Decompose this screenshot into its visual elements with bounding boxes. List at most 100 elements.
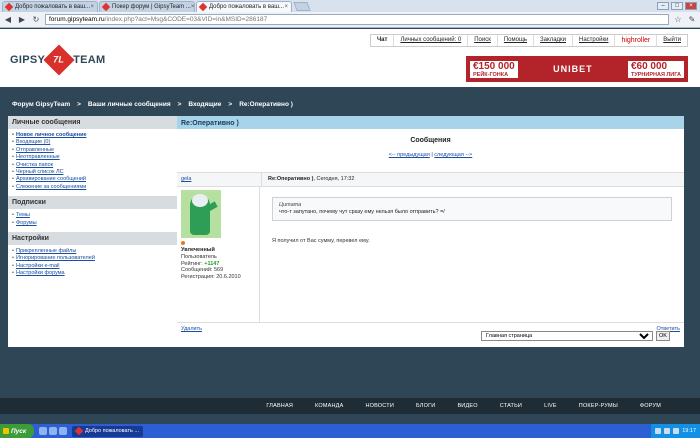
quote-title: Цитата — [279, 202, 302, 208]
message-text: Цитата что-т запутано, почему чут сразу … — [260, 187, 684, 322]
search-link[interactable]: Поиск — [468, 35, 498, 46]
chrome-icon — [74, 426, 84, 436]
sidebar-item-clean[interactable]: Очистка папок — [12, 162, 173, 170]
user-status: Увлеченный — [181, 247, 215, 253]
footer-link-blogs[interactable]: БЛОГИ — [416, 403, 435, 409]
banner-right-amount: €60 000 ТУРНИРНАЯ ЛИГА — [627, 60, 684, 78]
clock[interactable]: 19:17 — [682, 428, 696, 434]
favicon-icon — [4, 2, 14, 12]
next-message-link[interactable]: следующая --> — [434, 152, 472, 158]
messages-link[interactable]: Личных сообщений: 0 — [394, 35, 469, 46]
favicon-icon — [198, 2, 208, 12]
sidebar-item-unsent[interactable]: Неотправленные — [12, 154, 173, 162]
tab-title: Добро пожаловать в ваш... — [15, 4, 91, 10]
url-host: forum.gipsyteam.ru — [49, 16, 105, 23]
quicklaunch-icon[interactable] — [49, 427, 57, 435]
footer-link-poker-rooms[interactable]: ПОКЕР-РУМЫ — [579, 403, 618, 409]
post-count: Сообщений: 569 — [181, 267, 224, 274]
address-bar-input[interactable]: forum.gipsyteam.ru/index.php?act=Msg&COD… — [45, 14, 669, 25]
breadcrumb-sep: > — [77, 101, 81, 108]
browser-toolbar: ◀ ▶ ↻ forum.gipsyteam.ru/index.php?act=M… — [0, 12, 700, 28]
prev-message-link[interactable]: <-- предыдущая — [389, 152, 430, 158]
bookmarks-link[interactable]: Закладки — [534, 35, 574, 46]
message-pager: <-- предыдущая | следующая --> — [177, 152, 684, 158]
chat-link[interactable]: Чат — [371, 35, 395, 46]
quote-block: Цитата что-т запутано, почему чут сразу … — [272, 197, 672, 221]
sidebar-item-tracking[interactable]: Слежение за сообщениями — [12, 184, 173, 192]
user-group: Пользователь — [181, 253, 217, 260]
sidebar-item-sent[interactable]: Отправленные — [12, 147, 173, 155]
wrench-icon[interactable]: ✎ — [687, 15, 697, 24]
avatar[interactable] — [181, 190, 221, 238]
unibet-banner[interactable]: €150 000 РЕЙК-ГОНКА UNIBET €60 000 ТУРНИРН… — [466, 56, 688, 82]
minimize-icon[interactable]: – — [657, 2, 669, 10]
quicklaunch-icon[interactable] — [59, 427, 67, 435]
sidebar-item-forums[interactable]: Форумы — [12, 220, 173, 228]
sidebar-list: Прикрепленные файлы Игнорирование пользо… — [8, 245, 177, 283]
footer-link-forum[interactable]: ФОРУМ — [640, 403, 661, 409]
help-link[interactable]: Помощь — [498, 35, 535, 46]
reload-icon[interactable]: ↻ — [31, 15, 41, 25]
tab-title: Покер форум | GipsyTeam ... — [112, 4, 191, 10]
banner-left-amount: €150 000 РЕЙК-ГОНКА — [470, 60, 518, 78]
close-tab-icon[interactable]: × — [191, 4, 194, 10]
favicon-icon — [101, 2, 111, 12]
bookmark-star-icon[interactable]: ☆ — [673, 15, 683, 24]
taskbar-window-button[interactable]: Добро пожаловать ... — [72, 425, 143, 437]
message-subject: Re:Оперативно ), Сегодня, 17:32 — [268, 176, 355, 182]
new-tab-button[interactable] — [293, 2, 311, 11]
close-tab-icon[interactable]: × — [284, 4, 288, 10]
author-link[interactable]: gela — [177, 173, 262, 186]
breadcrumb-current: Re:Оперативно ) — [239, 101, 293, 108]
message-date: , Сегодня, 17:32 — [313, 176, 355, 182]
sidebar-section-title: Настройки — [8, 232, 177, 246]
footer-link-articles[interactable]: СТАТЬИ — [500, 403, 522, 409]
settings-link[interactable]: Настройки — [573, 35, 616, 46]
delete-link[interactable]: Удалить — [181, 326, 202, 332]
username-link[interactable]: highroller — [615, 35, 658, 46]
start-button[interactable]: Пуск — [0, 424, 34, 438]
browser-tab-active[interactable]: Добро пожаловать в ваш... × — [196, 1, 292, 12]
browser-tab[interactable]: Добро пожаловать в ваш... × — [2, 1, 98, 12]
banner-brand: UNIBET — [553, 64, 593, 74]
footer-link-live[interactable]: LIVE — [544, 403, 557, 409]
tray-icon[interactable] — [673, 428, 680, 434]
offline-status-icon — [181, 241, 185, 245]
user-toplinks: Чат Личных сообщений: 0 Поиск Помощь Зак… — [369, 34, 688, 47]
footer-link-video[interactable]: ВИДЕО — [457, 403, 477, 409]
sidebar-item-inbox[interactable]: Входящие (0) — [12, 139, 173, 147]
back-icon[interactable]: ◀ — [3, 15, 13, 25]
breadcrumb: Форум GipsyTeam > Ваши личные сообщения … — [0, 98, 700, 111]
sidebar-item-ignore[interactable]: Игнорирование пользователей — [12, 255, 173, 263]
quicklaunch-icon[interactable] — [39, 427, 47, 435]
sidebar-item-archive[interactable]: Архивирование сообщений — [12, 176, 173, 184]
browser-tab[interactable]: Покер форум | GipsyTeam ... × — [99, 1, 195, 12]
message-body-text: Я получил от Вас сумму, перевел ему. — [272, 238, 370, 244]
forum-jump-select[interactable]: Главная страница — [481, 331, 653, 341]
footer-link-team[interactable]: КОМАНДА — [315, 403, 343, 409]
quick-launch — [34, 427, 72, 435]
tray-icon[interactable] — [664, 428, 671, 434]
maximize-icon[interactable]: □ — [671, 2, 683, 10]
tray-icon[interactable] — [655, 428, 662, 434]
logout-link[interactable]: Выйти — [657, 35, 687, 46]
footer-link-news[interactable]: НОВОСТИ — [365, 403, 394, 409]
forum-jump-ok-button[interactable]: OK — [656, 331, 670, 341]
footer-link-home[interactable]: ГЛАВНАЯ — [266, 403, 293, 409]
breadcrumb-sep: > — [177, 101, 182, 108]
site-logo[interactable]: GIPSY 7L TEAM — [10, 44, 106, 76]
sidebar-item-forum-settings[interactable]: Настройки форума — [12, 270, 173, 278]
breadcrumb-forum[interactable]: Форум GipsyTeam — [12, 101, 70, 108]
close-tab-icon[interactable]: × — [90, 4, 94, 10]
forward-icon[interactable]: ▶ — [17, 15, 27, 25]
message-panel-title: Сообщения — [410, 137, 451, 144]
breadcrumb-inbox[interactable]: Входящие — [188, 101, 221, 108]
message-panel: Re:Оперативно ) Сообщения <-- предыдущая… — [177, 116, 684, 347]
message-panel-header: Re:Оперативно ) — [177, 116, 684, 129]
quote-text: что-т запутано, почему чут сразу ему нел… — [279, 209, 445, 215]
sidebar-section-title: Подписки — [8, 196, 177, 210]
sidebar-item-new-message[interactable]: Новое личное сообщение — [12, 132, 173, 140]
close-window-icon[interactable]: × — [685, 2, 697, 10]
breadcrumb-messages[interactable]: Ваши личные сообщения — [88, 101, 171, 108]
sidebar-item-topics[interactable]: Темы — [12, 212, 173, 220]
